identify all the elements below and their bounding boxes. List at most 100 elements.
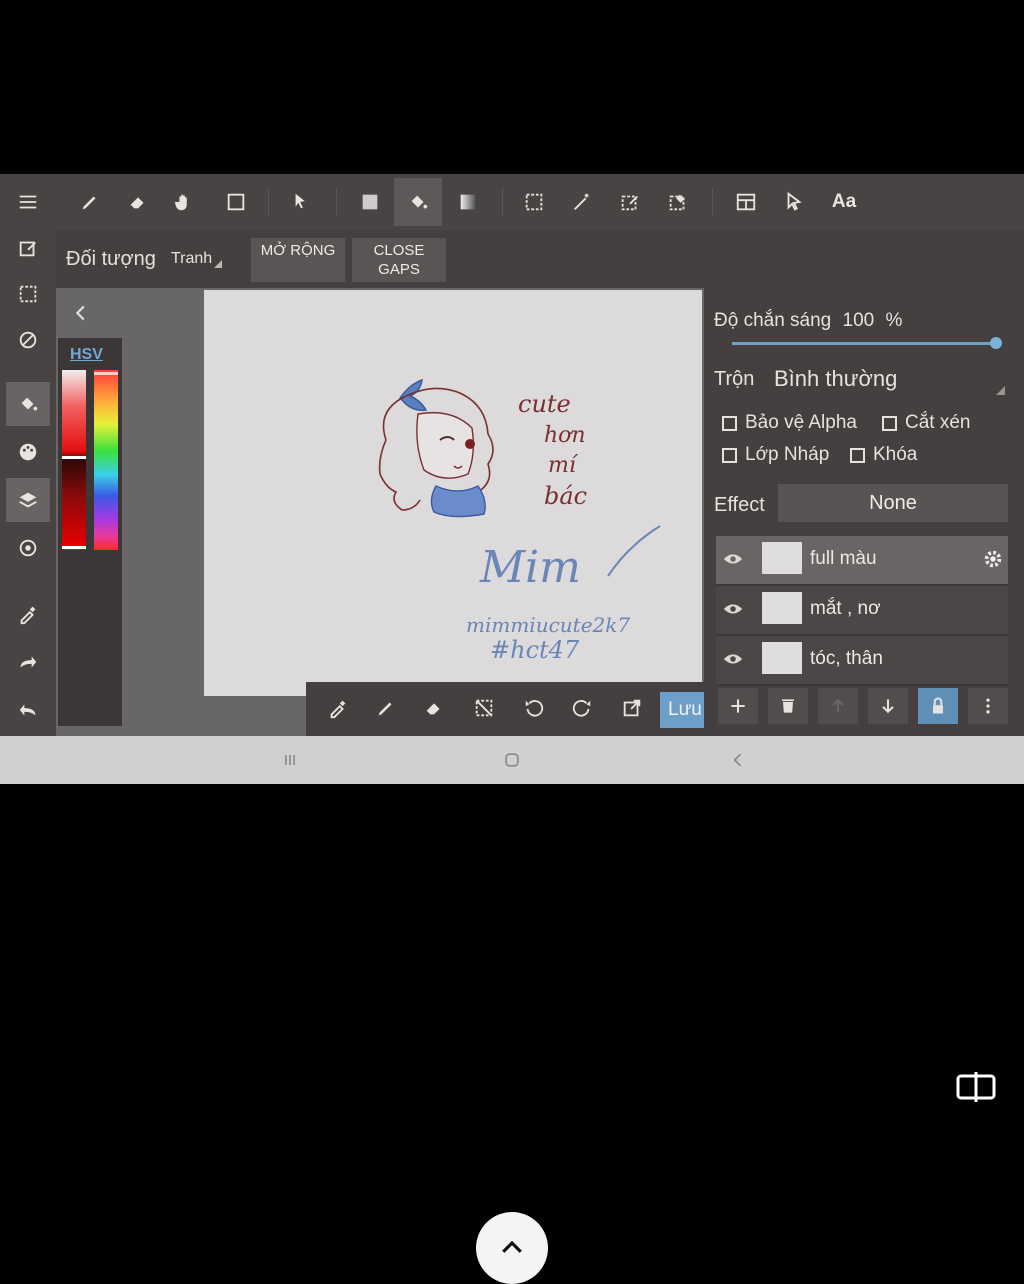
- layer-thumbnail: [762, 542, 802, 574]
- select-eraser-icon[interactable]: [658, 182, 698, 222]
- more-options-icon[interactable]: [968, 688, 1008, 724]
- gradient-tool-icon[interactable]: [448, 182, 488, 222]
- effect-label: Effect: [714, 494, 765, 516]
- expand-button[interactable]: MỞ RỘNG: [251, 238, 345, 282]
- recent-apps-icon[interactable]: [278, 748, 302, 772]
- pen-icon[interactable]: [372, 694, 400, 722]
- material-icon[interactable]: [6, 526, 50, 570]
- deselect-icon[interactable]: [470, 694, 498, 722]
- fill-tool-icon[interactable]: [6, 382, 50, 426]
- split-screen-icon[interactable]: [956, 1070, 996, 1104]
- save-button[interactable]: Lưu: [660, 692, 704, 728]
- canvas-handle: mimmiucute2k7: [466, 613, 630, 637]
- drawing-canvas[interactable]: cute hơn mí bác Mim mimmiucute2k7 #hct47: [204, 290, 702, 696]
- opacity-readout: Độ chắn sáng 100 %: [714, 310, 902, 332]
- selection-icon[interactable]: [6, 272, 50, 316]
- canvas-text-line-3: mí: [548, 453, 579, 478]
- menu-icon[interactable]: [6, 180, 50, 224]
- layer-row[interactable]: full màu: [716, 536, 1008, 586]
- delete-layer-button[interactable]: [768, 688, 808, 724]
- pointer-tool-icon[interactable]: [774, 182, 814, 222]
- layer-row[interactable]: mắt , nơ: [716, 586, 1008, 636]
- undo-icon[interactable]: [520, 694, 548, 722]
- add-layer-button[interactable]: [718, 688, 758, 724]
- move-layer-up-button[interactable]: [818, 688, 858, 724]
- layer-name: mắt , nơ: [810, 598, 881, 619]
- checkbox-box[interactable]: [722, 415, 737, 431]
- checkbox-box[interactable]: [882, 415, 897, 431]
- hue-bar[interactable]: [94, 370, 118, 550]
- fill-color-icon[interactable]: [350, 182, 390, 222]
- layer-panel: Độ chắn sáng 100 % Trộn Bình thường Bảo …: [704, 288, 1024, 736]
- opacity-slider-handle[interactable]: [990, 337, 1002, 349]
- redo-icon[interactable]: [568, 694, 596, 722]
- eyedropper-icon[interactable]: [324, 694, 352, 722]
- layer-name: tóc, thân: [810, 648, 883, 669]
- layer-thumbnail: [762, 642, 802, 674]
- saturation-value-bar[interactable]: [62, 370, 86, 550]
- eyedropper-icon[interactable]: [6, 592, 50, 636]
- redo-icon[interactable]: [6, 640, 50, 684]
- hue-marker[interactable]: [94, 372, 118, 375]
- clipping-checkbox[interactable]: Cắt xén: [882, 412, 970, 434]
- chevron-up-button[interactable]: [476, 1212, 548, 1284]
- select-rect-icon[interactable]: [514, 182, 554, 222]
- opacity-unit: %: [885, 310, 903, 331]
- alpha-protect-checkbox[interactable]: Bảo vệ Alpha: [722, 412, 857, 434]
- layer-thumbnail: [762, 592, 802, 624]
- checkbox-box[interactable]: [722, 447, 737, 463]
- checkbox-label: Khóa: [873, 444, 918, 465]
- opacity-slider-track[interactable]: [732, 342, 996, 345]
- hand-tool-icon[interactable]: [164, 182, 204, 222]
- checkbox-label: Bảo vệ Alpha: [745, 412, 857, 433]
- sv-marker[interactable]: [62, 456, 86, 459]
- eye-icon[interactable]: [722, 648, 746, 672]
- home-icon[interactable]: [500, 748, 524, 772]
- frame-divider-icon[interactable]: [726, 182, 766, 222]
- move-layer-down-button[interactable]: [868, 688, 908, 724]
- layer-name: full màu: [810, 548, 877, 569]
- checkbox-box[interactable]: [850, 447, 865, 463]
- target-select[interactable]: Tranh: [171, 250, 212, 268]
- magic-wand-icon[interactable]: [562, 182, 602, 222]
- select-pen-icon[interactable]: [610, 182, 650, 222]
- pen-tool-icon[interactable]: [70, 182, 110, 222]
- layers-icon[interactable]: [6, 478, 50, 522]
- select-caret-icon: [214, 260, 222, 268]
- top-toolbar: Aa: [56, 174, 1024, 230]
- effect-select-button[interactable]: None: [778, 484, 1008, 522]
- text-tool-button[interactable]: Aa: [824, 182, 864, 222]
- palette-icon[interactable]: [6, 430, 50, 474]
- gear-icon[interactable]: [982, 548, 1006, 572]
- lock-checkbox[interactable]: Khóa: [850, 444, 917, 466]
- rotate-view-icon[interactable]: [6, 318, 50, 362]
- undo-icon[interactable]: [6, 688, 50, 732]
- export-icon[interactable]: [618, 694, 646, 722]
- canvas-text-line-4: bác: [544, 482, 587, 510]
- color-mode-label[interactable]: HSV: [70, 346, 103, 364]
- eye-icon[interactable]: [722, 598, 746, 622]
- shape-tool-icon[interactable]: [216, 182, 256, 222]
- checkbox-label: Lớp Nháp: [745, 444, 830, 465]
- edit-canvas-icon[interactable]: [6, 226, 50, 270]
- close-gaps-button[interactable]: CLOSE GAPS: [352, 238, 446, 282]
- sv-marker-bottom[interactable]: [62, 546, 86, 549]
- bucket-tool-icon[interactable]: [394, 178, 442, 226]
- app-window: Aa Đối tượng Tranh MỞ RỘNG CLOSE GAPS HS…: [0, 174, 1024, 736]
- canvas-hashtag: #hct47: [490, 636, 580, 664]
- opacity-label: Độ chắn sáng: [714, 310, 832, 331]
- blend-mode-select[interactable]: Bình thường: [774, 366, 897, 392]
- back-icon[interactable]: [726, 748, 750, 772]
- draft-layer-checkbox[interactable]: Lớp Nháp: [722, 444, 829, 466]
- blend-caret-icon: [996, 386, 1005, 395]
- move-tool-icon[interactable]: [282, 182, 322, 222]
- eye-icon[interactable]: [722, 548, 746, 572]
- layer-row[interactable]: tóc, thân: [716, 636, 1008, 686]
- bottom-toolbar: Lưu: [306, 682, 704, 736]
- eraser-icon[interactable]: [420, 694, 448, 722]
- lock-icon[interactable]: [918, 688, 958, 724]
- chevron-left-icon[interactable]: [70, 302, 94, 326]
- blend-label: Trộn: [714, 368, 755, 390]
- artwork: cute hơn mí bác Mim mimmiucute2k7 #hct47: [378, 378, 661, 664]
- eraser-tool-icon[interactable]: [118, 182, 158, 222]
